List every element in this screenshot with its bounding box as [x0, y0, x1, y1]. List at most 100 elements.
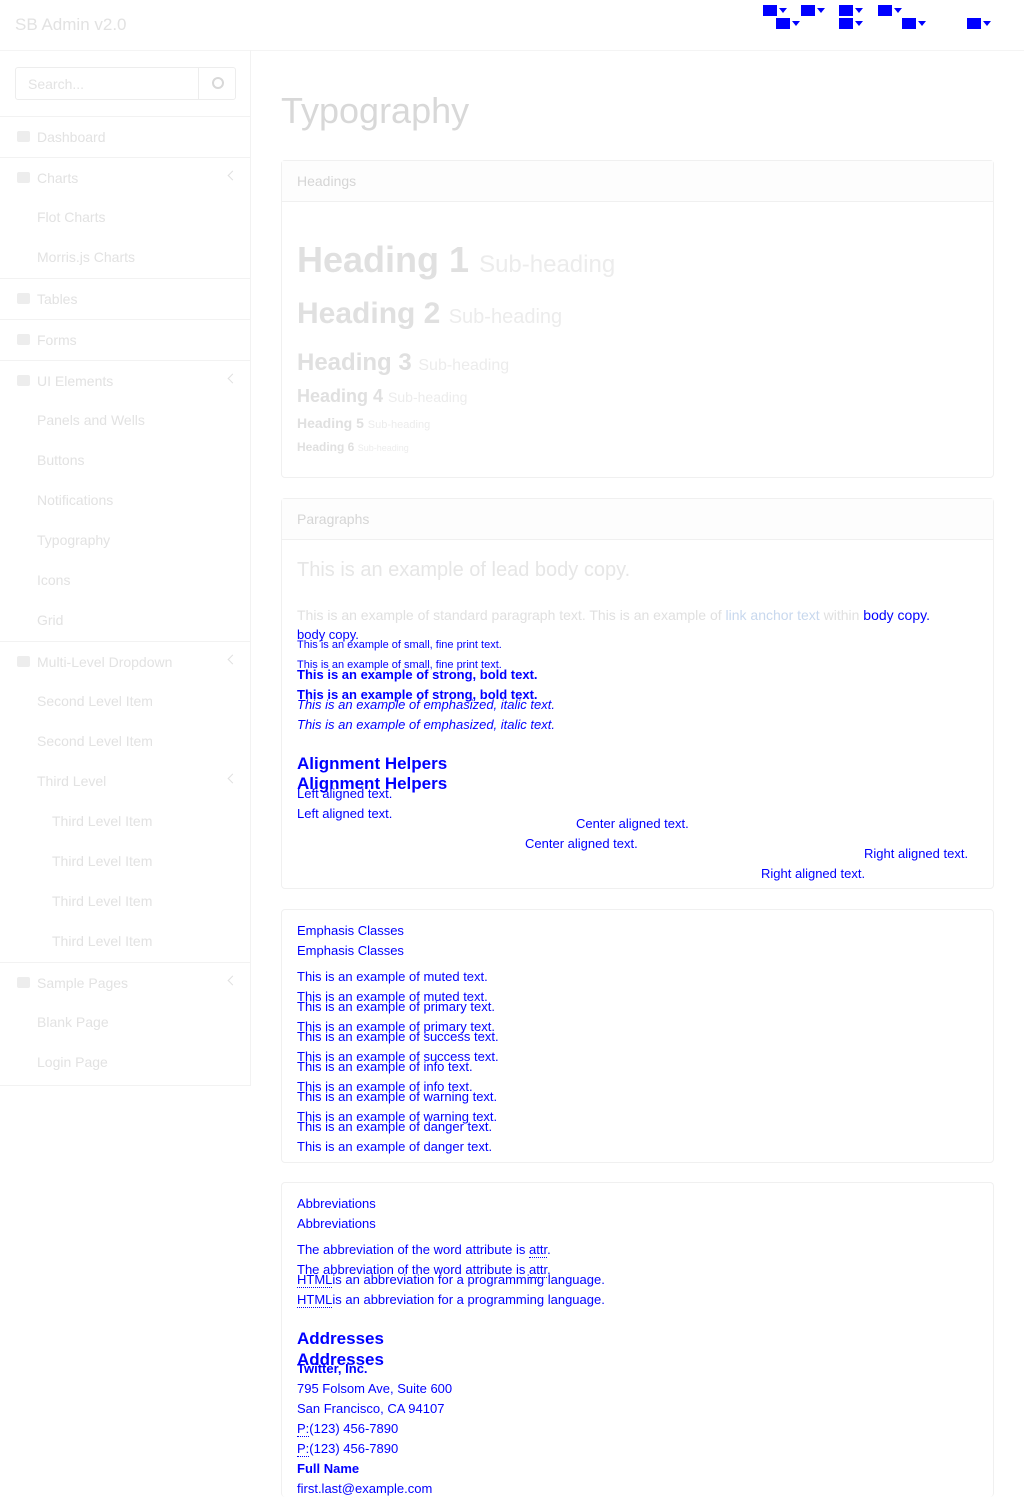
warning-text: This is an example of warning text. — [297, 1089, 498, 1104]
heading-5: Heading 5 Sub-heading — [297, 415, 431, 431]
wrench-icon — [17, 375, 30, 386]
panel-heading: Abbreviations — [297, 1196, 376, 1211]
sidebar-item-grid[interactable]: Grid — [0, 600, 250, 640]
emphasized-text: This is an example of emphasized, italic… — [297, 697, 555, 712]
sidebar-item-forms[interactable]: Forms — [0, 319, 250, 360]
primary-text: This is an example of primary text. — [297, 999, 495, 1014]
bar-chart-icon — [17, 172, 30, 183]
sidebar-item-third-level-3[interactable]: Third Level Item — [0, 881, 250, 921]
abbreviations-panel: Abbreviations Abbreviations The abbrevia… — [281, 1182, 994, 1497]
sidebar-item-morris-charts[interactable]: Morris.js Charts — [0, 237, 250, 277]
email-link[interactable]: first.last@example.com — [297, 1481, 432, 1496]
panel-heading: Paragraphs — [282, 499, 993, 540]
sidebar-item-third-level-1[interactable]: Third Level Item — [0, 801, 250, 841]
tasks-icon[interactable] — [839, 18, 863, 29]
phone-line-ghost: P:(123) 456-7890 — [297, 1441, 399, 1457]
panel-heading: Headings — [282, 161, 993, 202]
panel-heading: Emphasis Classes — [297, 923, 404, 938]
sidebar-item-icons[interactable]: Icons — [0, 560, 250, 600]
center-aligned-text: Center aligned text. — [576, 816, 689, 831]
abbr-html-line: HTMLis an abbreviation for a programming… — [297, 1272, 605, 1288]
top-navbar: SB Admin v2.0 — [0, 0, 1024, 51]
sidebar-item-second-level-2[interactable]: Second Level Item — [0, 721, 250, 761]
paragraphs-panel: Paragraphs This is an example of lead bo… — [281, 498, 994, 889]
street-address: 795 Folsom Ave, Suite 600 — [297, 1381, 453, 1396]
sidebar-item-dashboard[interactable]: Dashboard — [0, 116, 250, 157]
heading-6: Heading 6 Sub-heading — [297, 440, 409, 454]
right-aligned-text: Right aligned text. — [864, 846, 969, 861]
right-aligned-text-ghost: Right aligned text. — [761, 866, 866, 881]
chevron-left-icon — [227, 773, 238, 784]
table-icon — [17, 293, 30, 304]
envelope-icon[interactable] — [776, 18, 800, 29]
user-icon[interactable] — [878, 5, 902, 16]
user-icon[interactable] — [967, 18, 991, 29]
alignment-heading: Alignment Helpers — [297, 754, 448, 773]
left-aligned-text: Left aligned text. — [297, 786, 393, 801]
heading-1: Heading 1 Sub-heading — [297, 239, 616, 280]
emphasis-panel: Emphasis Classes Emphasis Classes This i… — [281, 909, 994, 1163]
search-input[interactable]: Search... — [28, 76, 84, 92]
anchor-link[interactable]: link anchor text — [726, 607, 820, 623]
sidebar-item-notifications[interactable]: Notifications — [0, 480, 250, 520]
sidebar-item-second-level-1[interactable]: Second Level Item — [0, 681, 250, 721]
heading-4: Heading 4 Sub-heading — [297, 386, 468, 406]
sidebar-item-charts[interactable]: Charts — [0, 157, 250, 198]
full-name: Full Name — [297, 1461, 360, 1476]
dashboard-icon — [17, 131, 30, 142]
files-icon — [17, 977, 30, 988]
chevron-left-icon — [227, 373, 238, 384]
sidebar-item-flot-charts[interactable]: Flot Charts — [0, 197, 250, 237]
sidebar-item-third-level-4[interactable]: Third Level Item — [0, 921, 250, 961]
sidebar-item-typography[interactable]: Typography — [0, 520, 250, 560]
search-button[interactable] — [198, 68, 235, 99]
standard-paragraph: This is an example of standard paragraph… — [297, 607, 930, 623]
sidebar-item-third-level-2[interactable]: Third Level Item — [0, 841, 250, 881]
panel-heading-ghost: Abbreviations — [297, 1216, 376, 1231]
heading-2: Heading 2 Sub-heading — [297, 297, 563, 330]
lead-text: This is an example of lead body copy. — [297, 559, 631, 581]
chevron-left-icon — [227, 975, 238, 986]
success-text: This is an example of success text. — [297, 1029, 499, 1044]
brand-title[interactable]: SB Admin v2.0 — [15, 15, 127, 35]
edit-icon — [17, 334, 30, 345]
center-aligned-text-ghost: Center aligned text. — [525, 836, 638, 851]
phone-line: P:(123) 456-7890 — [297, 1421, 399, 1437]
bell-icon[interactable] — [839, 5, 863, 16]
panel-heading-ghost: Emphasis Classes — [297, 943, 404, 958]
tasks-icon[interactable] — [801, 5, 825, 16]
sidebar-item-login-page[interactable]: Login Page — [0, 1042, 250, 1082]
sidebar-item-sample-pages[interactable]: Sample Pages — [0, 962, 250, 1003]
muted-text: This is an example of muted text. — [297, 969, 488, 984]
sidebar: Search... Dashboard Charts Flot Charts M… — [0, 50, 251, 1086]
small-text: This is an example of small, fine print … — [297, 639, 502, 651]
page-title: Typography — [281, 90, 470, 131]
bell-icon[interactable] — [902, 18, 926, 29]
search-box: Search... — [15, 67, 236, 100]
city-address: San Francisco, CA 94107 — [297, 1401, 445, 1416]
sitemap-icon — [17, 656, 30, 667]
sidebar-item-ui-elements[interactable]: UI Elements — [0, 360, 250, 401]
heading-3: Heading 3 Sub-heading — [297, 349, 510, 376]
company-name: Twitter, Inc. — [297, 1361, 368, 1376]
headings-panel: Headings Heading 1 Sub-heading Heading 2… — [281, 160, 994, 478]
abbr-attr-line: The abbreviation of the word attribute i… — [297, 1242, 551, 1258]
left-aligned-text-ghost: Left aligned text. — [297, 806, 393, 821]
sidebar-item-blank-page[interactable]: Blank Page — [0, 1002, 250, 1042]
strong-text: This is an example of strong, bold text. — [297, 667, 538, 682]
envelope-icon[interactable] — [763, 5, 787, 16]
sidebar-item-multi-level[interactable]: Multi-Level Dropdown — [0, 641, 250, 682]
sidebar-item-buttons[interactable]: Buttons — [0, 440, 250, 480]
chevron-left-icon — [227, 170, 238, 181]
info-text: This is an example of info text. — [297, 1059, 473, 1074]
sidebar-item-tables[interactable]: Tables — [0, 278, 250, 319]
search-icon — [212, 77, 224, 89]
danger-text: This is an example of danger text. — [297, 1119, 493, 1134]
abbr-html-line-ghost: HTMLis an abbreviation for a programming… — [297, 1292, 605, 1308]
addresses-heading: Addresses — [297, 1329, 384, 1348]
sidebar-item-third-level[interactable]: Third Level — [0, 761, 250, 801]
emphasized-text-ghost: This is an example of emphasized, italic… — [297, 717, 555, 732]
danger-text-ghost: This is an example of danger text. — [297, 1139, 493, 1154]
sidebar-item-panels-wells[interactable]: Panels and Wells — [0, 400, 250, 440]
chevron-left-icon — [227, 654, 238, 665]
